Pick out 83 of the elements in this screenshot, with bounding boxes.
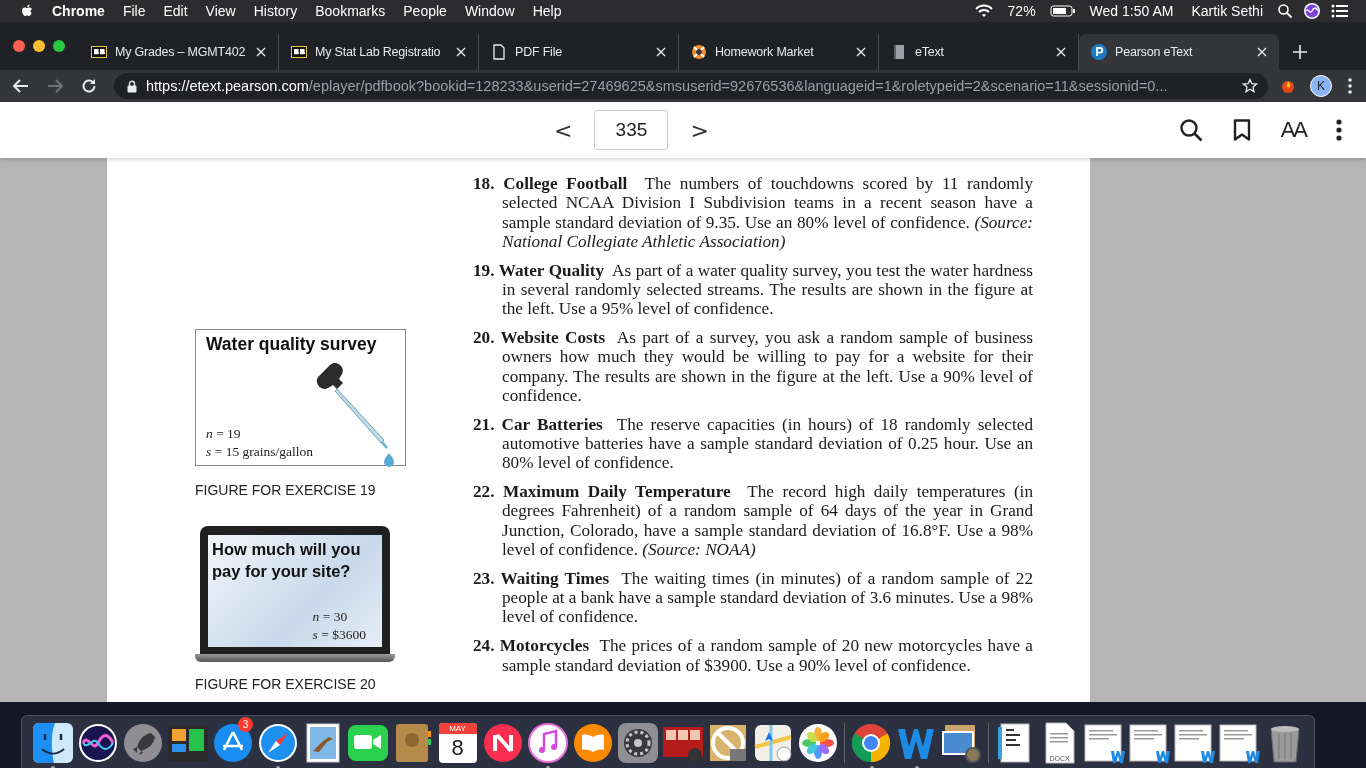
close-window-button[interactable] xyxy=(13,40,25,52)
menu-item[interactable]: Bookmarks xyxy=(306,3,395,19)
word-document-thumbnail[interactable] xyxy=(1083,721,1128,765)
minimize-window-button[interactable] xyxy=(33,40,45,52)
figure-statistic: n = 19 xyxy=(206,425,242,443)
word-document-thumbnail[interactable] xyxy=(1218,721,1263,765)
figure-title: Water quality survey xyxy=(206,334,378,355)
browser-tab[interactable]: Pearson eText xyxy=(1079,34,1279,70)
gear-icon[interactable] xyxy=(615,721,660,765)
user-name[interactable]: Kartik Sethi xyxy=(1182,3,1272,19)
figure-caption: FIGURE FOR EXERCISE 20 xyxy=(195,676,377,692)
exercise-text: 18. College Football The numbers of touchdowns scored by 11 randomly selected NCAA Division I Subdivision teams in a recent season have a sample standard deviation of 9.35. Use an 80% level of confidence. (Source: National Collegiate Athletic Association) xyxy=(473,174,1033,252)
menu-item[interactable]: History xyxy=(244,3,307,19)
tab-title: My Grades – MGMT402 xyxy=(115,45,247,59)
back-arrow-icon[interactable] xyxy=(12,77,30,95)
search-icon[interactable] xyxy=(1277,3,1293,19)
calendar-day: 8 xyxy=(451,734,464,762)
new-tab-icon[interactable] xyxy=(1293,45,1307,59)
exercise-text: 23. Waiting Times The waiting times (in minutes) of a random sample of 22 people at a bank have a sample standard deviation of 3.6 minutes. Use a 98% level of confidence. xyxy=(473,568,1033,627)
tab-title: PDF File xyxy=(515,45,563,59)
menu-item[interactable]: People xyxy=(394,3,456,19)
app-menu[interactable]: Chrome xyxy=(34,3,114,19)
close-icon[interactable] xyxy=(856,47,866,57)
siri-icon[interactable] xyxy=(1303,2,1321,20)
letter-p-icon xyxy=(1091,44,1107,60)
close-icon[interactable] xyxy=(256,47,266,57)
bb-logo-icon xyxy=(291,44,307,60)
figure-statistic: n = 30 xyxy=(312,608,349,626)
tab-title: Pearson eText xyxy=(1115,45,1194,59)
next-page-button[interactable]: > xyxy=(684,117,715,143)
exercise-text: 19. Water Quality As part of a water quality survey, you test the water hardness in several randomly selected streams. The results are shown in the figure at the left. Use a 95% level of confidence. xyxy=(473,260,1033,319)
word-document-thumbnail[interactable] xyxy=(1128,721,1173,765)
exercise-text: 20. Website Costs As part of a survey, you ask a random sample of business owners how much they would be willing to pay for a website for their company. The results are shown in the figure at the left. Use a 90% level of confidence. xyxy=(473,328,1033,406)
figure-statistic: s = $3600 xyxy=(312,626,366,644)
exercise-text: 22. Maximum Daily Temperature The record high daily temperatures (in degrees Fahrenheit) of a random sample of 64 days of the year in Grand Junction, Colorado, have a sample standard deviation of 16.8°F. Use a 98% level of confidence. (Source: NOAA) xyxy=(473,482,1033,560)
menu-item[interactable]: Help xyxy=(523,3,571,19)
wifi-icon[interactable] xyxy=(973,3,994,19)
menu-item[interactable]: View xyxy=(196,3,245,19)
clock[interactable]: Wed 1:50 AM xyxy=(1080,3,1183,19)
more-options-icon[interactable] xyxy=(1348,78,1352,94)
menu-item[interactable]: Edit xyxy=(154,3,197,19)
exercise-text: 21. Car Batteries The reserve capacities (in hours) of 18 randomly selected automotive batteries have a sample standard deviation of 0.25 hour. Use an 80% level of confidence. xyxy=(473,414,1033,473)
music-note-icon[interactable] xyxy=(525,721,570,765)
search-icon[interactable] xyxy=(1178,118,1203,142)
bookmark-icon[interactable] xyxy=(1232,119,1251,141)
calendar-month: MAY xyxy=(438,723,477,734)
book-icon xyxy=(891,44,907,60)
calendar-icon[interactable]: MAY 8 xyxy=(438,723,477,763)
notification-badge: 3 xyxy=(238,716,253,732)
document-icon xyxy=(491,44,507,60)
figure-statistic: s = 15 grains/gallon xyxy=(206,443,313,461)
smiling-face-icon[interactable] xyxy=(30,721,75,765)
zoom-window-button[interactable] xyxy=(53,40,65,52)
close-icon[interactable] xyxy=(656,47,666,57)
tab-title: eText xyxy=(915,45,945,59)
url-text: https://etext.pearson.com/eplayer/pdfbook?bookid=128233&userid=27469625&smsuserid=92676536&languageid=1&roletypeid=2&scenario=11&sessionid=0... xyxy=(146,78,1169,94)
menu-item[interactable]: File xyxy=(113,3,155,19)
more-options-icon[interactable] xyxy=(1336,119,1342,141)
battery-icon[interactable] xyxy=(1049,4,1076,18)
reload-icon[interactable] xyxy=(80,77,98,95)
flame-extension-icon[interactable] xyxy=(1280,78,1296,94)
text-size-button[interactable]: AA xyxy=(1280,117,1306,143)
list-icon[interactable] xyxy=(1331,4,1349,18)
profile-avatar[interactable]: K xyxy=(1310,75,1332,97)
tab-title: My Stat Lab Registratio xyxy=(315,45,442,59)
page-number-field[interactable]: 335 xyxy=(594,110,669,150)
figure-title: How much will you pay for your site? xyxy=(212,539,362,582)
close-icon[interactable] xyxy=(1257,47,1267,57)
menu-item[interactable]: Window xyxy=(455,3,524,19)
lock-icon xyxy=(127,79,137,93)
tab-title: Homework Market xyxy=(715,45,815,59)
address-bar[interactable]: https://etext.pearson.com/eplayer/pdfbook?bookid=128233&userid=27469625&smsuserid=92676536&languageid=1&roletypeid=2&scenario=11&sessionid=0... xyxy=(114,73,1268,99)
close-icon[interactable] xyxy=(456,47,466,57)
star-icon[interactable] xyxy=(1242,78,1258,94)
apple-icon[interactable] xyxy=(20,3,34,19)
close-icon[interactable] xyxy=(1056,47,1066,57)
exercise-text: 24. Motorcycles The prices of a random sample of 20 new motorcycles have a sample standard deviation of $3900. Use a 90% level of confidence. xyxy=(473,636,1033,675)
bb-logo-icon xyxy=(91,44,107,60)
figure-caption: FIGURE FOR EXERCISE 19 xyxy=(195,482,377,498)
previous-page-button[interactable]: < xyxy=(548,117,579,143)
lifebuoy-icon xyxy=(691,44,707,60)
battery-percentage: 72% xyxy=(1006,3,1037,19)
word-document-thumbnail[interactable] xyxy=(1173,721,1218,765)
